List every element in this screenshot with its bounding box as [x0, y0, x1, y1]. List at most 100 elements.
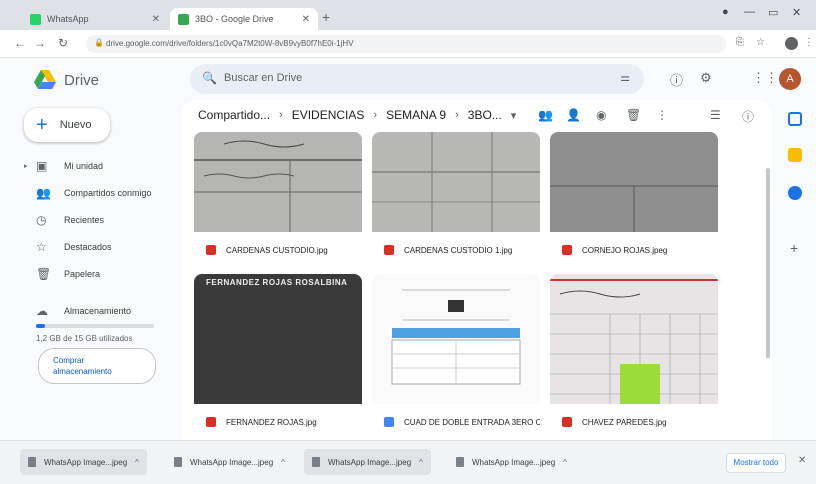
more-vert-icon[interactable]: ⋮: [656, 108, 668, 122]
reload-icon[interactable]: ↻: [58, 36, 68, 50]
preview-eye-icon[interactable]: ◉: [596, 108, 606, 122]
apps-grid-icon[interactable]: ⋮⋮: [752, 70, 778, 86]
new-tab-button[interactable]: +: [322, 9, 330, 25]
image-file-icon: [312, 457, 320, 467]
restore-icon[interactable]: ▭: [768, 6, 778, 19]
sidebar-item-label: Compartidos conmigo: [64, 187, 152, 198]
calendar-icon[interactable]: [788, 112, 802, 126]
sidebar-item-trash[interactable]: 🗑 Papelera: [0, 260, 180, 287]
browser-tab-whatsapp[interactable]: WhatsApp ✕: [22, 8, 168, 30]
keep-icon[interactable]: [788, 148, 802, 162]
sidebar-item-recent[interactable]: ◷ Recientes: [0, 206, 180, 233]
star-icon: ☆: [36, 239, 47, 254]
file-card[interactable]: CHAVEZ PAREDES.jpg: [550, 274, 718, 440]
record-dot-icon: ●: [722, 6, 729, 18]
sidebar-item-my-drive[interactable]: ▸ ▣ Mi unidad: [0, 152, 180, 179]
avatar[interactable]: A: [779, 68, 801, 90]
search-options-icon[interactable]: ⚌: [620, 71, 630, 84]
forward-icon[interactable]: →: [34, 36, 46, 50]
add-person-icon[interactable]: 👤: [566, 108, 581, 122]
back-icon[interactable]: ←: [14, 36, 26, 50]
cloud-icon: ☁: [36, 303, 48, 318]
file-card[interactable]: FERNANDEZ ROJAS ROSALBINA FERNANDEZ ROJA…: [194, 274, 362, 440]
sidebar-item-label: Almacenamiento: [64, 305, 132, 316]
file-browser: Compartido... › EVIDENCIAS › SEMANA 9 › …: [182, 100, 772, 440]
team-icon[interactable]: 👥: [538, 108, 553, 122]
search-icon[interactable]: 🔍: [202, 71, 217, 85]
chevron-down-icon[interactable]: ^: [135, 458, 139, 467]
delete-icon[interactable]: 🗑: [626, 108, 641, 122]
storage-bar: [36, 324, 154, 328]
expand-caret-icon[interactable]: ▸: [24, 162, 28, 170]
whatsapp-favicon-icon: [30, 13, 41, 25]
download-item[interactable]: WhatsApp Image...jpeg ^: [20, 449, 147, 475]
browser-tab-drive[interactable]: 3BO - Google Drive ✕: [170, 8, 318, 30]
image-file-icon: [456, 457, 464, 467]
file-caption: FERNANDEZ ROJAS.jpg: [194, 404, 362, 440]
file-caption: CORNEJO ROJAS.jpeg: [550, 232, 718, 268]
file-card[interactable]: CARDENAS CUSTODIO.jpg: [194, 132, 362, 268]
close-tab-icon[interactable]: ✕: [152, 14, 160, 25]
image-file-icon: [562, 245, 572, 255]
close-tab-icon[interactable]: ✕: [302, 14, 310, 25]
drive-logo[interactable]: Drive: [34, 70, 99, 90]
browser-tab-strip: WhatsApp ✕ 3BO - Google Drive ✕ + ● — ▭ …: [0, 0, 816, 30]
paper-thumbnail-art: [550, 132, 718, 232]
paper-thumbnail-art: [372, 132, 540, 232]
file-card[interactable]: CARDENAS CUSTODIO 1.jpg: [372, 132, 540, 268]
breadcrumb-item[interactable]: 3BO...: [468, 108, 502, 122]
download-item[interactable]: WhatsApp Image...jpeg ^: [166, 449, 293, 475]
tasks-icon[interactable]: [788, 186, 802, 200]
breadcrumb-item[interactable]: Compartido...: [198, 108, 270, 122]
side-panel: +: [780, 100, 816, 440]
breadcrumb: Compartido... › EVIDENCIAS › SEMANA 9 › …: [198, 108, 516, 122]
url-field[interactable]: 🔒 drive.google.com/drive/folders/1c0vQa7…: [86, 35, 726, 53]
settings-icon[interactable]: ⚙: [700, 70, 712, 86]
download-item[interactable]: WhatsApp Image...jpeg ^: [304, 449, 431, 475]
file-card[interactable]: CORNEJO ROJAS.jpeg: [550, 132, 718, 268]
file-card[interactable]: CUAD DE DOBLE ENTRADA 3ERO C...: [372, 274, 540, 440]
drive-logo-text: Drive: [64, 71, 100, 89]
info-icon[interactable]: ⓘ: [742, 108, 754, 125]
close-window-icon[interactable]: ✕: [792, 6, 801, 19]
download-file-name: WhatsApp Image...jpeg: [328, 457, 412, 467]
chevron-down-icon[interactable]: ▾: [511, 109, 517, 122]
browser-profile-icon[interactable]: [785, 37, 798, 50]
breadcrumb-item[interactable]: SEMANA 9: [386, 108, 446, 122]
search-input[interactable]: 🔍 Buscar en Drive ⚌: [190, 64, 644, 94]
address-bar-row: ← → ↻ 🔒 drive.google.com/drive/folders/1…: [0, 30, 816, 58]
paper-thumbnail-art: [194, 132, 362, 232]
content-scrollbar[interactable]: [766, 168, 770, 358]
image-file-icon: [206, 417, 216, 427]
show-all-downloads-button[interactable]: Mostrar todo: [726, 453, 786, 473]
shared-icon: 👥: [36, 185, 51, 200]
clock-icon: ◷: [36, 212, 47, 227]
chevron-down-icon[interactable]: ^: [419, 458, 423, 467]
sidebar-item-shared[interactable]: 👥 Compartidos conmigo: [0, 179, 180, 206]
new-button-label: Nuevo: [59, 119, 92, 131]
share-icon[interactable]: ⎘: [736, 37, 744, 48]
close-shelf-icon[interactable]: ✕: [798, 455, 806, 466]
add-addon-icon[interactable]: +: [790, 240, 798, 256]
bookmark-star-icon[interactable]: ☆: [756, 37, 765, 48]
notebook-thumbnail-art: [550, 274, 718, 404]
file-caption: CARDENAS CUSTODIO.jpg: [194, 232, 362, 268]
new-button[interactable]: + Nuevo: [24, 108, 110, 142]
tab-label: WhatsApp: [47, 14, 89, 24]
sidebar-item-starred[interactable]: ☆ Destacados: [0, 233, 180, 260]
plus-icon: +: [36, 114, 48, 136]
file-caption: CARDENAS CUSTODIO 1.jpg: [372, 232, 540, 268]
breadcrumb-item[interactable]: EVIDENCIAS: [292, 108, 365, 122]
download-file-name: WhatsApp Image...jpeg: [472, 457, 556, 467]
file-name: FERNANDEZ ROJAS.jpg: [226, 417, 317, 427]
help-icon[interactable]: ⓘ: [670, 70, 683, 89]
file-thumbnail: FERNANDEZ ROJAS ROSALBINA: [194, 274, 362, 404]
chevron-down-icon[interactable]: ^: [563, 458, 567, 467]
download-item[interactable]: WhatsApp Image...jpeg ^: [448, 449, 575, 475]
list-view-icon[interactable]: ☰: [710, 108, 721, 122]
browser-menu-icon[interactable]: ⋮: [804, 37, 814, 48]
my-drive-icon: ▣: [36, 158, 48, 173]
buy-storage-button[interactable]: Comprar almacenamiento: [38, 348, 156, 384]
chevron-down-icon[interactable]: ^: [281, 458, 285, 467]
minimize-icon[interactable]: —: [744, 6, 755, 18]
